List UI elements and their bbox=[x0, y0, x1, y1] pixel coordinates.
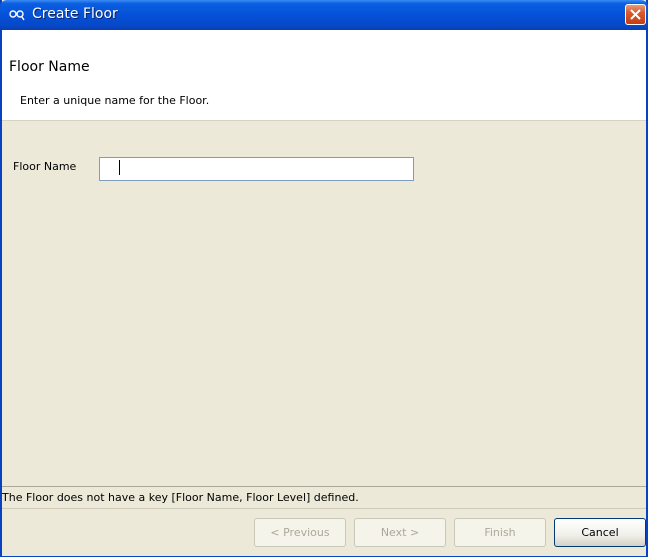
text-cursor bbox=[119, 160, 120, 175]
page-description: Enter a unique name for the Floor. bbox=[20, 94, 210, 107]
status-message: The Floor does not have a key [Floor Nam… bbox=[2, 491, 359, 504]
floor-name-input[interactable] bbox=[99, 157, 414, 181]
wizard-header: Floor Name Enter a unique name for the F… bbox=[2, 30, 646, 121]
title-bar[interactable]: Create Floor bbox=[0, 0, 648, 30]
wizard-content: Floor Name bbox=[2, 121, 646, 486]
close-icon bbox=[630, 9, 641, 20]
finish-button[interactable]: Finish bbox=[454, 518, 546, 547]
button-bar: < Previous Next > Finish Cancel bbox=[2, 508, 646, 556]
previous-button[interactable]: < Previous bbox=[254, 518, 346, 547]
cancel-button[interactable]: Cancel bbox=[554, 518, 646, 547]
floor-name-label: Floor Name bbox=[13, 160, 77, 173]
page-title: Floor Name bbox=[9, 59, 90, 75]
create-floor-dialog: Create Floor Floor Name Enter a unique n… bbox=[0, 0, 648, 557]
app-icon bbox=[9, 10, 25, 21]
window-title: Create Floor bbox=[32, 6, 118, 22]
close-button[interactable] bbox=[625, 4, 646, 25]
next-button[interactable]: Next > bbox=[354, 518, 446, 547]
status-bar: The Floor does not have a key [Floor Nam… bbox=[2, 486, 646, 509]
